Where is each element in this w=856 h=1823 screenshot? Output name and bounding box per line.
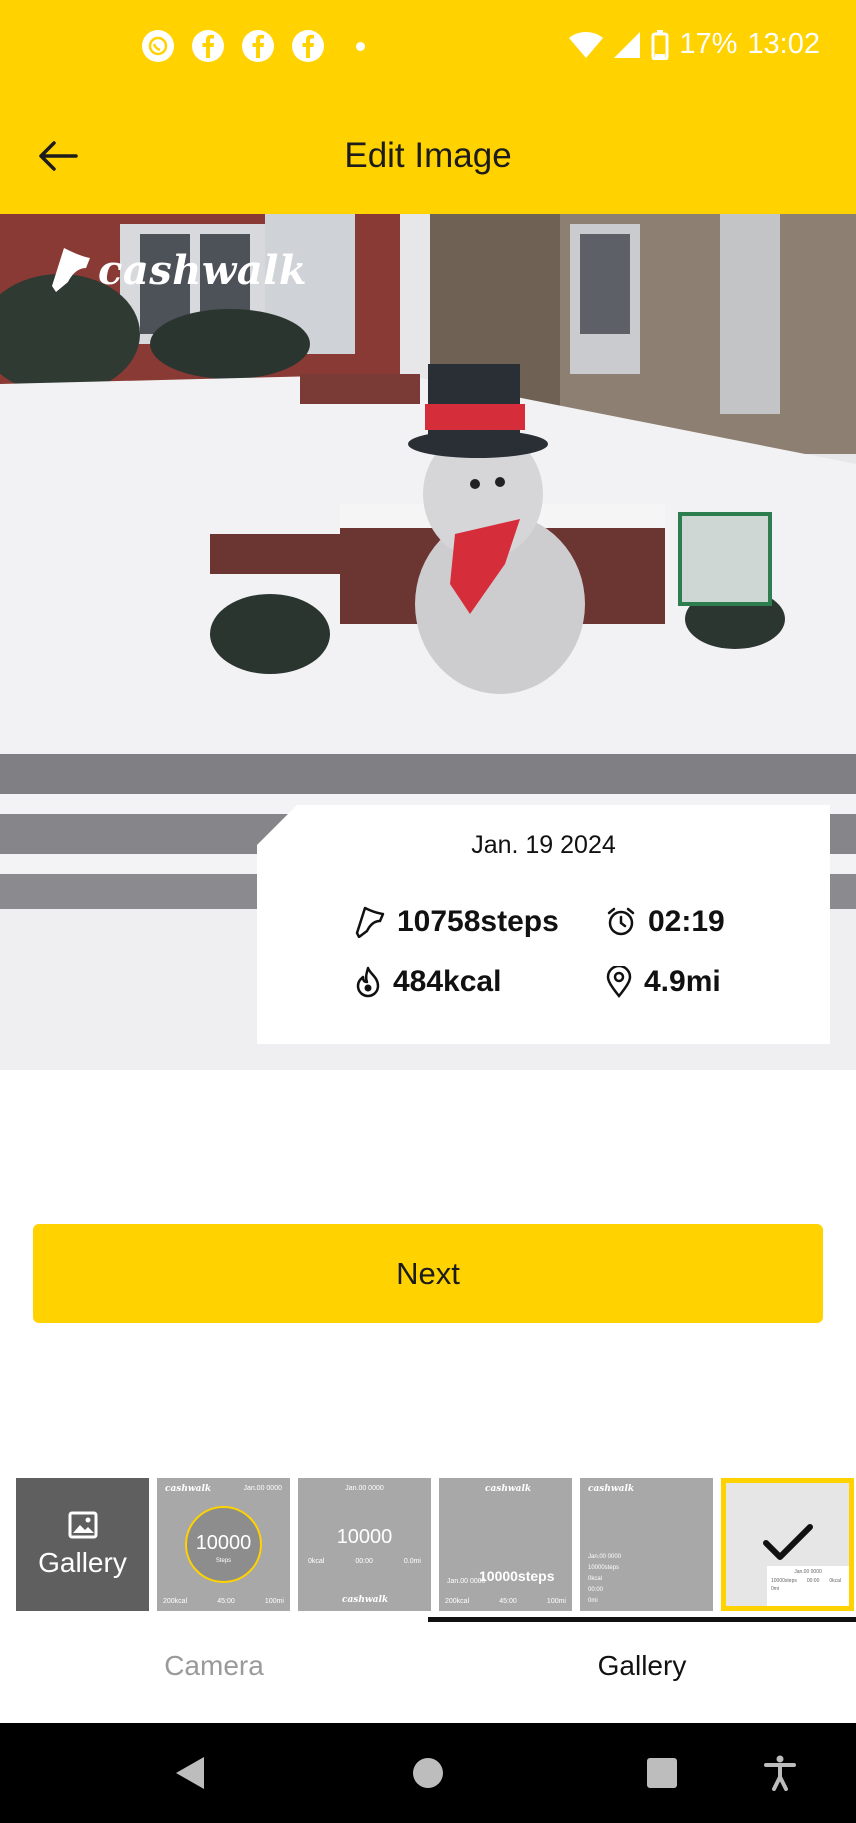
calories-value: 484kcal [393,965,502,998]
template-thumb[interactable]: cashwalk Jan.00 0000 10000 Steps 200kcal… [157,1478,290,1611]
mini-line: 10000steps [771,1578,797,1584]
distance-value: 4.9mi [644,965,721,998]
mini-steps: 10000steps [479,1568,555,1584]
shoe-icon [355,906,385,938]
image-icon [68,1511,97,1538]
mini-logo: cashwalk [165,1484,212,1494]
mini-line: Jan.00 0000 [588,1554,622,1560]
nav-recents-button[interactable] [612,1723,712,1823]
location-pin-icon [606,966,632,998]
time-value: 02:19 [648,905,725,938]
facebook-icon [192,30,224,62]
gallery-template-label: Gallery [38,1546,127,1578]
alarm-clock-icon [607,907,635,936]
mini-time: 00:00 [355,1558,373,1565]
template-strip: Gallery cashwalk Jan.00 0000 10000 Steps… [16,1478,854,1611]
system-nav-bar [0,1723,856,1823]
mini-distance: 100mi [264,1598,284,1605]
flame-icon [356,966,380,998]
nav-home-button[interactable] [378,1723,478,1823]
mini-date: Jan.00 0000 [345,1485,384,1492]
nav-back-button[interactable] [140,1723,240,1823]
nav-accessibility-button[interactable] [730,1723,830,1823]
template-thumb-selected[interactable]: Jan.00 0000 10000steps 00:00 0kcal 0mi [721,1478,854,1611]
mini-distance: 0.0mi [403,1558,421,1565]
steps-value: 10758steps [397,905,559,938]
system-status: 17% 13:02 [569,28,820,61]
shoe-icon [52,248,90,292]
mini-logo: cashwalk [588,1484,635,1494]
mini-kcal: 200kcal [445,1598,470,1605]
tab-gallery[interactable]: Gallery [428,1650,856,1682]
stats-card: Jan. 19 2024 10758steps 02:19 484kcal 4.… [257,805,830,1044]
mini-line: 10000steps [588,1565,620,1571]
mini-date: Jan.00 0000 [243,1485,282,1492]
notification-icons [142,30,365,62]
mini-kcal: 200kcal [163,1598,188,1605]
mini-stats-card: Jan.00 0000 10000steps 00:00 0kcal 0mi [767,1566,849,1606]
mini-steps-label: Steps [215,1558,232,1564]
facebook-icon [292,30,324,62]
mini-line: 0mi [771,1586,780,1592]
mini-line: 0kcal [588,1576,603,1582]
steps-stat: 10758steps [355,905,559,939]
battery-icon [651,29,669,60]
mini-stats-row: 0kcal 00:00 0.0mi [308,1558,421,1565]
circle-home-icon [413,1758,443,1788]
accessibility-icon [764,1755,796,1791]
next-button[interactable]: Next [33,1224,823,1323]
mini-steps: 10000 [336,1526,393,1548]
mini-stats-list: Jan.00 0000 10000steps 0kcal 00:00 0mi [588,1552,621,1607]
time-stat: 02:19 [606,905,725,939]
brand-name: cashwalk [98,246,308,294]
template-thumb[interactable]: cashwalk Jan.00 0000 10000steps 0kcal 00… [580,1478,713,1611]
square-recents-icon [647,1758,677,1788]
mini-kcal: 0kcal [308,1558,325,1565]
mini-logo: cashwalk [485,1484,532,1494]
brand-logo: cashwalk [50,246,307,294]
card-date: Jan. 19 2024 [471,831,616,859]
template-thumb[interactable]: cashwalk Jan.00 0000 10000steps 200kcal … [439,1478,572,1611]
mini-time: 45:00 [499,1598,517,1605]
template-thumb[interactable]: Jan.00 0000 10000 0kcal 00:00 0.0mi cash… [298,1478,431,1611]
mini-distance: 100mi [546,1598,566,1605]
app-bar: Edit Image [0,98,856,214]
mini-line: 00:00 [806,1578,820,1584]
battery-level: 17% [679,28,738,60]
mini-stats-row: 200kcal 45:00 100mi [163,1598,284,1605]
mini-line: 00:00 [588,1587,604,1593]
mini-steps: 10000 [195,1532,252,1554]
mini-date: Jan.00 0000 [794,1569,822,1575]
page-title: Edit Image [344,136,512,175]
gallery-template-button[interactable]: Gallery [16,1478,149,1611]
wifi-icon [569,31,604,58]
facebook-icon [242,30,274,62]
tab-camera[interactable]: Camera [0,1650,428,1682]
clock: 13:02 [747,28,820,60]
calories-stat: 484kcal [355,965,501,999]
mini-line: 0kcal [829,1578,842,1584]
mini-line: 0mi [588,1598,598,1604]
distance-stat: 4.9mi [606,965,721,999]
mini-logo: cashwalk [342,1595,389,1605]
signal-icon [614,31,641,58]
mini-stats-grid: 10000steps 00:00 0kcal 0mi [767,1575,849,1595]
whatsapp-icon [142,30,174,62]
tab-indicator [428,1617,856,1622]
mini-time: 45:00 [217,1598,235,1605]
checkmark-icon [763,1524,813,1560]
triangle-back-icon [176,1757,204,1789]
mini-stats-row: 200kcal 45:00 100mi [445,1598,566,1605]
dot-icon [356,41,365,51]
status-bar: 17% 13:02 [0,0,856,98]
